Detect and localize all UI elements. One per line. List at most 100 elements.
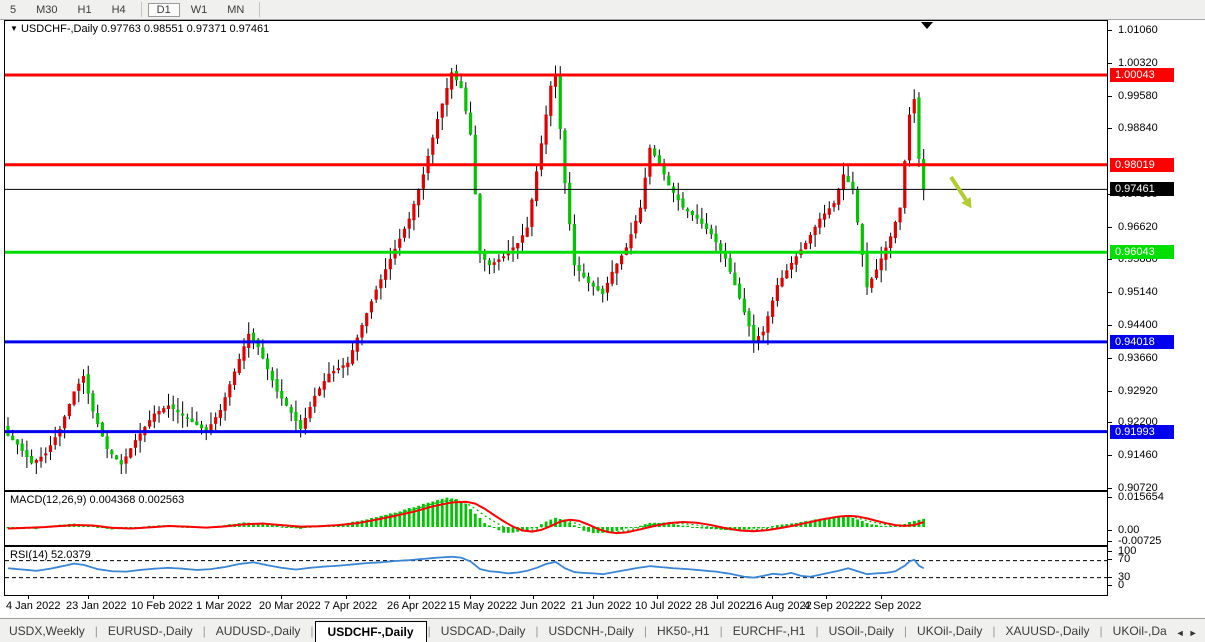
timeframe-button-MN[interactable]: MN bbox=[218, 3, 253, 17]
price-line-label-0.96043: 0.96043 bbox=[1110, 245, 1174, 259]
axis-tick bbox=[1108, 530, 1112, 531]
axis-tick bbox=[1108, 551, 1112, 552]
tab-eurchf-h1[interactable]: EURCHF-,H1 bbox=[724, 621, 815, 642]
date-label: 23 Jan 2022 bbox=[66, 600, 127, 612]
rsi-axis-label: 0 bbox=[1118, 579, 1124, 591]
toolbar-separator bbox=[259, 2, 260, 17]
date-label: 15 May 2022 bbox=[448, 600, 512, 612]
timeframe-button-H1[interactable]: H1 bbox=[69, 3, 101, 17]
mt4-terminal: { "toolbar": { "timeframes": ["5", "M30"… bbox=[0, 0, 1205, 642]
axis-tick bbox=[1108, 577, 1112, 578]
date-tick bbox=[717, 596, 718, 599]
axis-tick-label: 0.93660 bbox=[1118, 352, 1158, 364]
axis-tick bbox=[1108, 541, 1112, 542]
date-label: 4 Sep 2022 bbox=[804, 600, 860, 612]
chart-ohlc-values: 0.97763 0.98551 0.97371 0.97461 bbox=[101, 23, 269, 35]
date-label: 10 Jul 2022 bbox=[635, 600, 692, 612]
axis-tick-label: 0.96620 bbox=[1118, 221, 1158, 233]
tab-scroll-right-icon[interactable]: ► bbox=[1189, 628, 1202, 638]
tab-hk50-h1[interactable]: HK50-,H1 bbox=[648, 621, 719, 642]
date-label: 20 Mar 2022 bbox=[259, 600, 321, 612]
axis-tick bbox=[1108, 488, 1112, 489]
axis-tick-label: 0.94400 bbox=[1118, 319, 1158, 331]
axis-tick-label: 0.98840 bbox=[1118, 122, 1158, 134]
axis-tick bbox=[1108, 497, 1112, 498]
tab-usdcad-daily[interactable]: USDCAD-,Daily bbox=[432, 621, 535, 642]
timeframe-button-H4[interactable]: H4 bbox=[103, 3, 135, 17]
macd-label: MACD(12,26,9) 0.004368 0.002563 bbox=[10, 494, 184, 506]
price-line-label-1.00043: 1.00043 bbox=[1110, 68, 1174, 82]
axis-tick bbox=[1108, 63, 1112, 64]
axis-tick-label: 1.01060 bbox=[1118, 24, 1158, 36]
date-tick bbox=[657, 596, 658, 599]
date-tick bbox=[218, 596, 219, 599]
rsi-indicator-panel[interactable]: RSI(14) 52.0379 bbox=[4, 546, 1108, 596]
date-axis[interactable]: 4 Jan 202223 Jan 202210 Feb 20221 Mar 20… bbox=[4, 596, 1108, 617]
tab-usdcnh-daily[interactable]: USDCNH-,Daily bbox=[540, 621, 643, 642]
tab-ukoil-daily[interactable]: UKOil-,Daily bbox=[908, 621, 991, 642]
date-label: 10 Feb 2022 bbox=[131, 600, 193, 612]
axis-tick bbox=[1108, 292, 1112, 293]
chart-symbol-label: USDCHF-,Daily bbox=[21, 23, 98, 35]
date-label: 26 Apr 2022 bbox=[387, 600, 446, 612]
axis-tick bbox=[1108, 96, 1112, 97]
tab-audusd-daily[interactable]: AUDUSD-,Daily bbox=[207, 621, 310, 642]
tab-eurusd-daily[interactable]: EURUSD-,Daily bbox=[99, 621, 202, 642]
timeframe-toolbar: 5M30H1H4 D1W1MN bbox=[0, 0, 1205, 20]
price-line-label-0.91993: 0.91993 bbox=[1110, 425, 1174, 439]
date-label: 2 Jun 2022 bbox=[511, 600, 565, 612]
date-label: 16 Aug 2022 bbox=[750, 600, 812, 612]
rsi-axis-label: 70 bbox=[1118, 553, 1130, 565]
axis-tick bbox=[1108, 128, 1112, 129]
tab-ukoil-da[interactable]: UKOil-,Da bbox=[1104, 621, 1176, 642]
axis-tick bbox=[1108, 455, 1112, 456]
date-tick bbox=[346, 596, 347, 599]
chart-symbol-header: ▼ USDCHF-,Daily 0.97763 0.98551 0.97371 … bbox=[10, 23, 269, 35]
rsi-plot bbox=[5, 547, 1107, 595]
date-tick bbox=[533, 596, 534, 599]
toolbar-separator bbox=[141, 2, 142, 17]
axis-tick-label: 1.00320 bbox=[1118, 57, 1158, 69]
timeframe-button-W1[interactable]: W1 bbox=[182, 3, 217, 17]
axis-tick-label: 0.92920 bbox=[1118, 385, 1158, 397]
axis-tick bbox=[1108, 30, 1112, 31]
date-tick bbox=[470, 596, 471, 599]
tab-usdx-weekly[interactable]: USDX,Weekly bbox=[0, 621, 94, 642]
tab-xauusd-daily[interactable]: XAUUSD-,Daily bbox=[997, 621, 1099, 642]
timeframe-button-D1[interactable]: D1 bbox=[148, 3, 180, 17]
date-label: 22 Sep 2022 bbox=[859, 600, 921, 612]
date-label: 21 Jun 2022 bbox=[571, 600, 632, 612]
date-tick bbox=[826, 596, 827, 599]
chart-dropdown-icon[interactable]: ▼ bbox=[10, 24, 18, 33]
price-line-label-0.98019: 0.98019 bbox=[1110, 158, 1174, 172]
macd-indicator-panel[interactable]: MACD(12,26,9) 0.004368 0.002563 bbox=[4, 491, 1108, 546]
axis-tick bbox=[1108, 259, 1112, 260]
date-tick bbox=[881, 596, 882, 599]
axis-tick bbox=[1108, 585, 1112, 586]
date-tick bbox=[281, 596, 282, 599]
date-tick bbox=[153, 596, 154, 599]
axis-tick-label: 0.95140 bbox=[1118, 286, 1158, 298]
main-chart-panel[interactable]: ▼ USDCHF-,Daily 0.97763 0.98551 0.97371 … bbox=[4, 20, 1108, 491]
axis-tick bbox=[1108, 422, 1112, 423]
timeframe-button-5[interactable]: 5 bbox=[1, 3, 25, 17]
latest-bar-marker-icon bbox=[921, 22, 933, 29]
price-line-label-0.94018: 0.94018 bbox=[1110, 335, 1174, 349]
axis-tick bbox=[1108, 358, 1112, 359]
tab-usoil-daily[interactable]: USOil-,Daily bbox=[820, 621, 903, 642]
macd-axis-label: 0.015654 bbox=[1118, 491, 1164, 503]
axis-tick bbox=[1108, 391, 1112, 392]
date-label: 4 Jan 2022 bbox=[6, 600, 60, 612]
tab-usdchf-daily[interactable]: USDCHF-,Daily bbox=[315, 621, 427, 642]
date-tick bbox=[772, 596, 773, 599]
timeframe-button-M30[interactable]: M30 bbox=[27, 3, 66, 17]
chart-tabbar: USDX,Weekly|EURUSD-,Daily|AUDUSD-,Daily|… bbox=[0, 618, 1205, 642]
axis-tick bbox=[1108, 559, 1112, 560]
candlestick-plot[interactable] bbox=[5, 21, 1107, 490]
date-label: 7 Apr 2022 bbox=[324, 600, 377, 612]
date-tick bbox=[88, 596, 89, 599]
tab-scroll-arrows: ◄► bbox=[1176, 628, 1205, 642]
price-axis[interactable]: 1.010601.003200.995800.988400.973600.966… bbox=[1108, 20, 1205, 596]
tab-scroll-left-icon[interactable]: ◄ bbox=[1176, 628, 1189, 638]
date-tick bbox=[409, 596, 410, 599]
